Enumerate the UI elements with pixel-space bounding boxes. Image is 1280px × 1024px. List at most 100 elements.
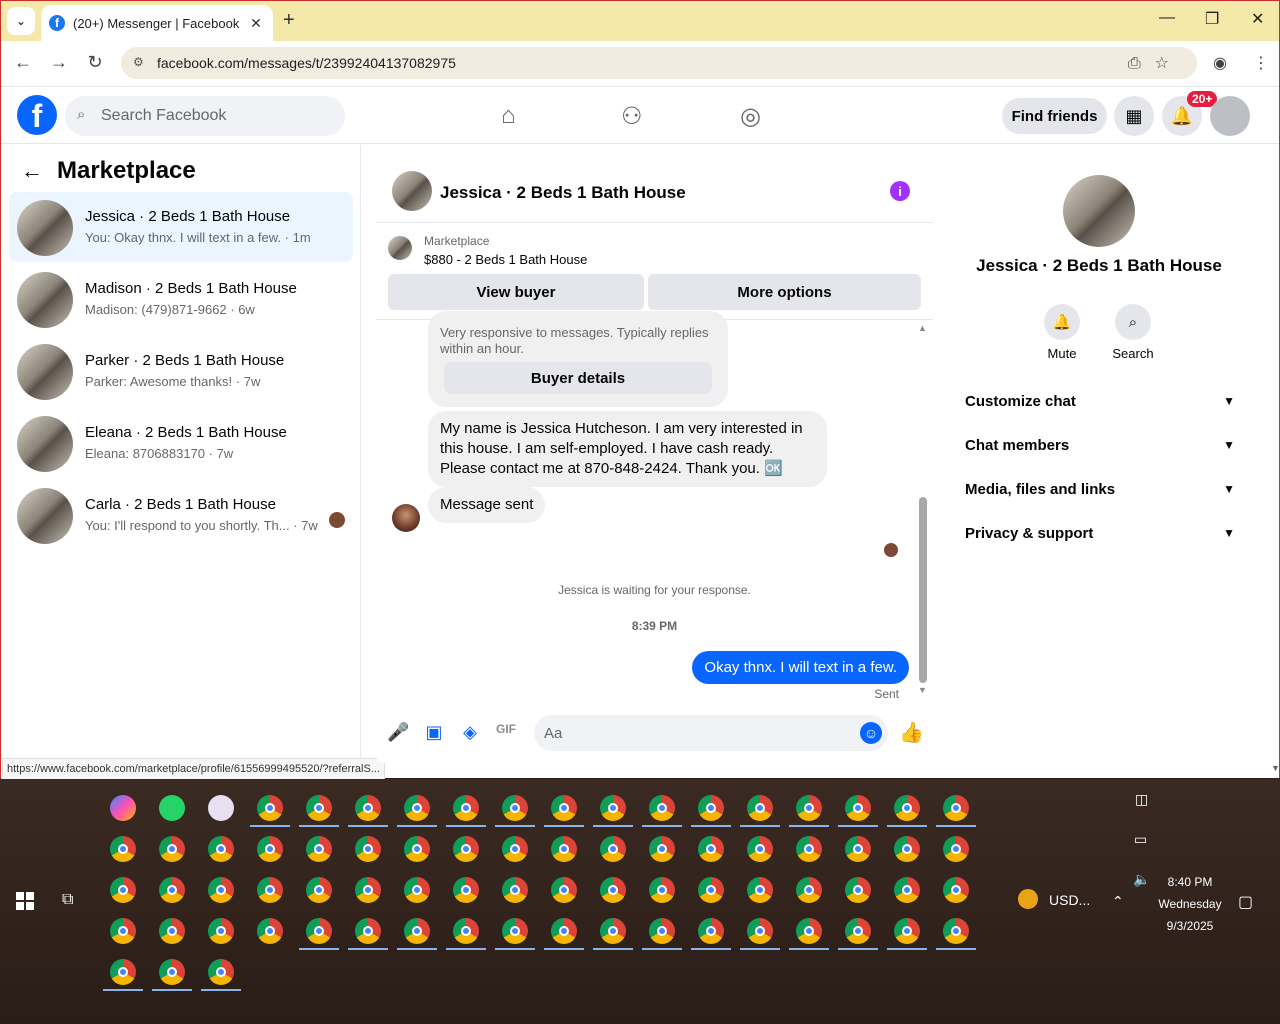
taskbar-app-icon[interactable] [747, 836, 773, 862]
browser-menu-icon[interactable]: ⋮ [1253, 53, 1269, 73]
customize-chat-section[interactable]: Customize chat ▼ [965, 386, 1235, 416]
chat-title[interactable]: Jessica · 2 Beds 1 Bath House [440, 183, 686, 203]
currency-widget[interactable]: USD... [1049, 892, 1090, 908]
system-clock[interactable]: 8:40 PM Wednesday 9/3/2025 [1150, 871, 1230, 937]
taskbar-app-icon[interactable] [698, 795, 724, 821]
taskbar-app-icon[interactable] [551, 918, 577, 944]
back-arrow-icon[interactable]: ← [21, 158, 43, 184]
chat-scrollbar[interactable] [919, 497, 927, 683]
taskbar-app-icon[interactable] [208, 795, 234, 821]
chat-profile-thumbnail[interactable] [1063, 175, 1135, 247]
conversation-item[interactable]: Jessica · 2 Beds 1 Bath House You: Okay … [9, 192, 353, 262]
taskbar-app-icon[interactable] [600, 836, 626, 862]
emoji-icon[interactable]: ☺ [860, 722, 882, 744]
reload-icon[interactable]: ↻ [83, 52, 107, 73]
taskbar-app-icon[interactable] [404, 877, 430, 903]
taskbar-app-icon[interactable] [355, 877, 381, 903]
notification-center-icon[interactable]: ▢ [1238, 892, 1253, 912]
taskbar-app-icon[interactable] [110, 877, 136, 903]
conversation-item[interactable]: Carla · 2 Beds 1 Bath House You: I'll re… [9, 480, 353, 550]
account-avatar[interactable] [1210, 96, 1250, 136]
taskbar-app-icon[interactable] [208, 918, 234, 944]
taskbar-app-icon[interactable] [845, 836, 871, 862]
taskbar-app-icon[interactable] [257, 877, 283, 903]
taskbar-app-icon[interactable] [306, 795, 332, 821]
tray-camera-icon[interactable]: ◫ [1135, 791, 1148, 808]
facebook-logo-icon[interactable]: f [17, 95, 57, 135]
message-input[interactable]: Aa ☺ [534, 715, 888, 751]
taskbar-app-icon[interactable] [600, 795, 626, 821]
taskbar-app-icon[interactable] [747, 918, 773, 944]
show-hidden-icons-icon[interactable]: ⌃ [1112, 893, 1124, 910]
taskbar-app-icon[interactable] [404, 795, 430, 821]
taskbar-app-icon[interactable] [306, 918, 332, 944]
chat-members-section[interactable]: Chat members ▼ [965, 430, 1235, 460]
scroll-down-icon[interactable]: ▼ [918, 685, 927, 695]
conversation-item[interactable]: Parker · 2 Beds 1 Bath House Parker: Awe… [9, 336, 353, 406]
taskbar-app-icon[interactable] [159, 918, 185, 944]
taskbar-app-icon[interactable] [943, 836, 969, 862]
taskbar-app-icon[interactable] [894, 836, 920, 862]
mute-action[interactable]: 🔔 Mute [1022, 304, 1102, 361]
taskbar-app-icon[interactable] [159, 877, 185, 903]
taskbar-app-icon[interactable] [649, 918, 675, 944]
taskbar-app-icon[interactable] [159, 959, 185, 985]
taskbar-app-icon[interactable] [110, 795, 136, 821]
taskbar-app-icon[interactable] [208, 959, 234, 985]
conversation-item[interactable]: Madison · 2 Beds 1 Bath House Madison: (… [9, 264, 353, 334]
taskbar-app-icon[interactable] [355, 795, 381, 821]
sticker-icon[interactable]: ◈ [459, 722, 481, 743]
taskbar-app-icon[interactable] [943, 795, 969, 821]
friends-icon[interactable]: ⚇ [621, 102, 643, 131]
taskbar-app-icon[interactable] [502, 836, 528, 862]
site-info-icon[interactable]: ⚙ [133, 55, 144, 69]
taskbar-app-icon[interactable] [943, 877, 969, 903]
taskbar-app-icon[interactable] [208, 877, 234, 903]
task-view-icon[interactable]: ⧉ [62, 891, 73, 909]
view-buyer-button[interactable]: View buyer [388, 274, 644, 310]
taskbar-app-icon[interactable] [355, 918, 381, 944]
taskbar-app-icon[interactable] [306, 877, 332, 903]
info-icon[interactable]: i [890, 181, 910, 201]
back-icon[interactable]: ← [11, 52, 35, 73]
conversation-item[interactable]: Eleana · 2 Beds 1 Bath House Eleana: 870… [9, 408, 353, 478]
taskbar-app-icon[interactable] [845, 795, 871, 821]
facebook-search-input[interactable]: ⌕ Search Facebook [65, 96, 345, 136]
more-options-button[interactable]: More options [648, 274, 921, 310]
taskbar-app-icon[interactable] [159, 836, 185, 862]
sender-avatar[interactable] [392, 504, 420, 532]
taskbar-app-icon[interactable] [257, 836, 283, 862]
tab-search-button[interactable]: ⌄ [7, 7, 35, 35]
listing-price[interactable]: $880 - 2 Beds 1 Bath House [424, 252, 587, 267]
taskbar-app-icon[interactable] [551, 836, 577, 862]
taskbar-app-icon[interactable] [110, 836, 136, 862]
browser-tab[interactable]: f (20+) Messenger | Facebook ✕ [41, 5, 273, 41]
bell-icon[interactable]: 🔔 [1044, 304, 1080, 340]
tray-display-icon[interactable]: ▭ [1134, 831, 1147, 848]
taskbar-app-icon[interactable] [453, 795, 479, 821]
taskbar-app-icon[interactable] [355, 836, 381, 862]
taskbar-app-icon[interactable] [208, 836, 234, 862]
taskbar-app-icon[interactable] [257, 795, 283, 821]
windows-start-icon[interactable] [16, 892, 34, 910]
photo-icon[interactable]: ▣ [423, 722, 445, 743]
address-bar[interactable]: ⚙ facebook.com/messages/t/23992404137082… [121, 47, 1197, 79]
taskbar-app-icon[interactable] [649, 836, 675, 862]
close-tab-icon[interactable]: ✕ [247, 15, 265, 32]
taskbar-app-icon[interactable] [404, 836, 430, 862]
taskbar-app-icon[interactable] [551, 795, 577, 821]
taskbar-app-icon[interactable] [600, 877, 626, 903]
page-scroll-down-icon[interactable]: ▼ [1271, 763, 1280, 773]
microphone-icon[interactable]: 🎤 [387, 722, 409, 743]
like-thumb-icon[interactable]: 👍 [899, 720, 924, 745]
taskbar-app-icon[interactable] [502, 918, 528, 944]
profile-icon[interactable]: ◉ [1213, 53, 1227, 73]
taskbar-app-icon[interactable] [600, 918, 626, 944]
privacy-support-section[interactable]: Privacy & support ▼ [965, 518, 1235, 548]
home-icon[interactable]: ⌂ [501, 102, 516, 130]
buyer-details-button[interactable]: Buyer details [444, 362, 712, 394]
volume-icon[interactable]: 🔈 [1133, 871, 1150, 888]
taskbar-app-icon[interactable] [796, 795, 822, 821]
taskbar-app-icon[interactable] [649, 795, 675, 821]
taskbar-app-icon[interactable] [502, 795, 528, 821]
